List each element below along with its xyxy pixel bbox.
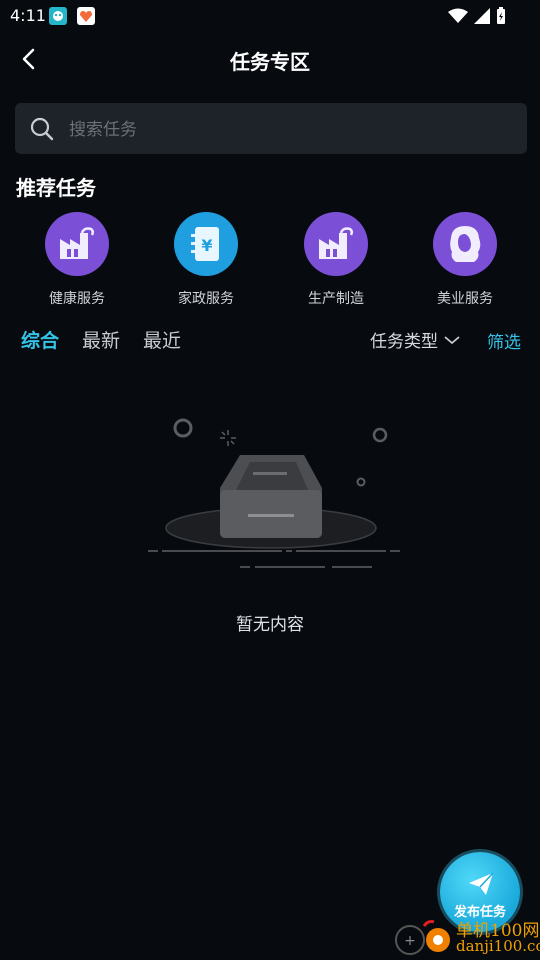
search-icon	[30, 117, 54, 141]
watermark: + 单机100网 danji100.com	[390, 912, 540, 960]
status-time: 4:11	[10, 6, 46, 25]
search-box[interactable]	[15, 103, 527, 156]
paper-plane-icon	[469, 872, 494, 895]
tab-comprehensive[interactable]: 综合	[21, 326, 59, 353]
search-input[interactable]	[67, 103, 511, 156]
chevron-down-icon	[444, 335, 460, 344]
nav-bar: 任务专区	[0, 36, 540, 84]
factory-icon	[60, 227, 95, 259]
status-bar: 4:11	[0, 0, 540, 32]
tab-nearest[interactable]: 最近	[143, 326, 181, 353]
wifi-icon	[448, 8, 468, 23]
filter-bar: 综合 最新 最近 任务类型 筛选	[0, 322, 540, 356]
yen-notebook-icon: ¥	[191, 227, 219, 261]
filter-button[interactable]: 筛选	[487, 328, 521, 353]
watermark-url: danji100.com	[456, 937, 540, 955]
tab-newest[interactable]: 最新	[82, 326, 120, 353]
watermark-logo-icon: +	[395, 920, 450, 955]
battery-icon	[497, 7, 505, 24]
category-manufacturing[interactable]: 生产制造	[281, 212, 391, 308]
category-row: 健康服务 ¥ 家政服务 生产制造 美业服务	[0, 212, 540, 312]
category-label: 健康服务	[49, 291, 105, 307]
svg-text:¥: ¥	[201, 236, 212, 255]
status-indicators	[448, 7, 506, 25]
signal-icon	[474, 8, 490, 24]
category-health[interactable]: 健康服务	[22, 212, 132, 308]
empty-state-text: 暂无内容	[236, 615, 304, 635]
page-title: 任务专区	[230, 50, 310, 74]
app-notification-icon	[49, 7, 67, 25]
category-label: 美业服务	[437, 291, 493, 307]
factory-icon	[319, 227, 354, 259]
woman-hair-icon	[450, 226, 481, 262]
category-icon-circle	[304, 212, 368, 276]
empty-inbox-illustration	[148, 418, 400, 568]
category-icon-circle	[433, 212, 497, 276]
section-title: 推荐任务	[16, 176, 96, 200]
task-type-dropdown[interactable]: 任务类型	[370, 327, 460, 352]
svg-text:+: +	[404, 933, 416, 949]
category-icon-circle: ¥	[174, 212, 238, 276]
category-label: 家政服务	[178, 291, 234, 307]
app-notification-icon	[77, 7, 95, 25]
category-icon-circle	[45, 212, 109, 276]
task-type-label: 任务类型	[370, 332, 438, 352]
category-beauty[interactable]: 美业服务	[410, 212, 520, 308]
category-housekeeping[interactable]: ¥ 家政服务	[151, 212, 261, 308]
category-label: 生产制造	[308, 291, 364, 307]
